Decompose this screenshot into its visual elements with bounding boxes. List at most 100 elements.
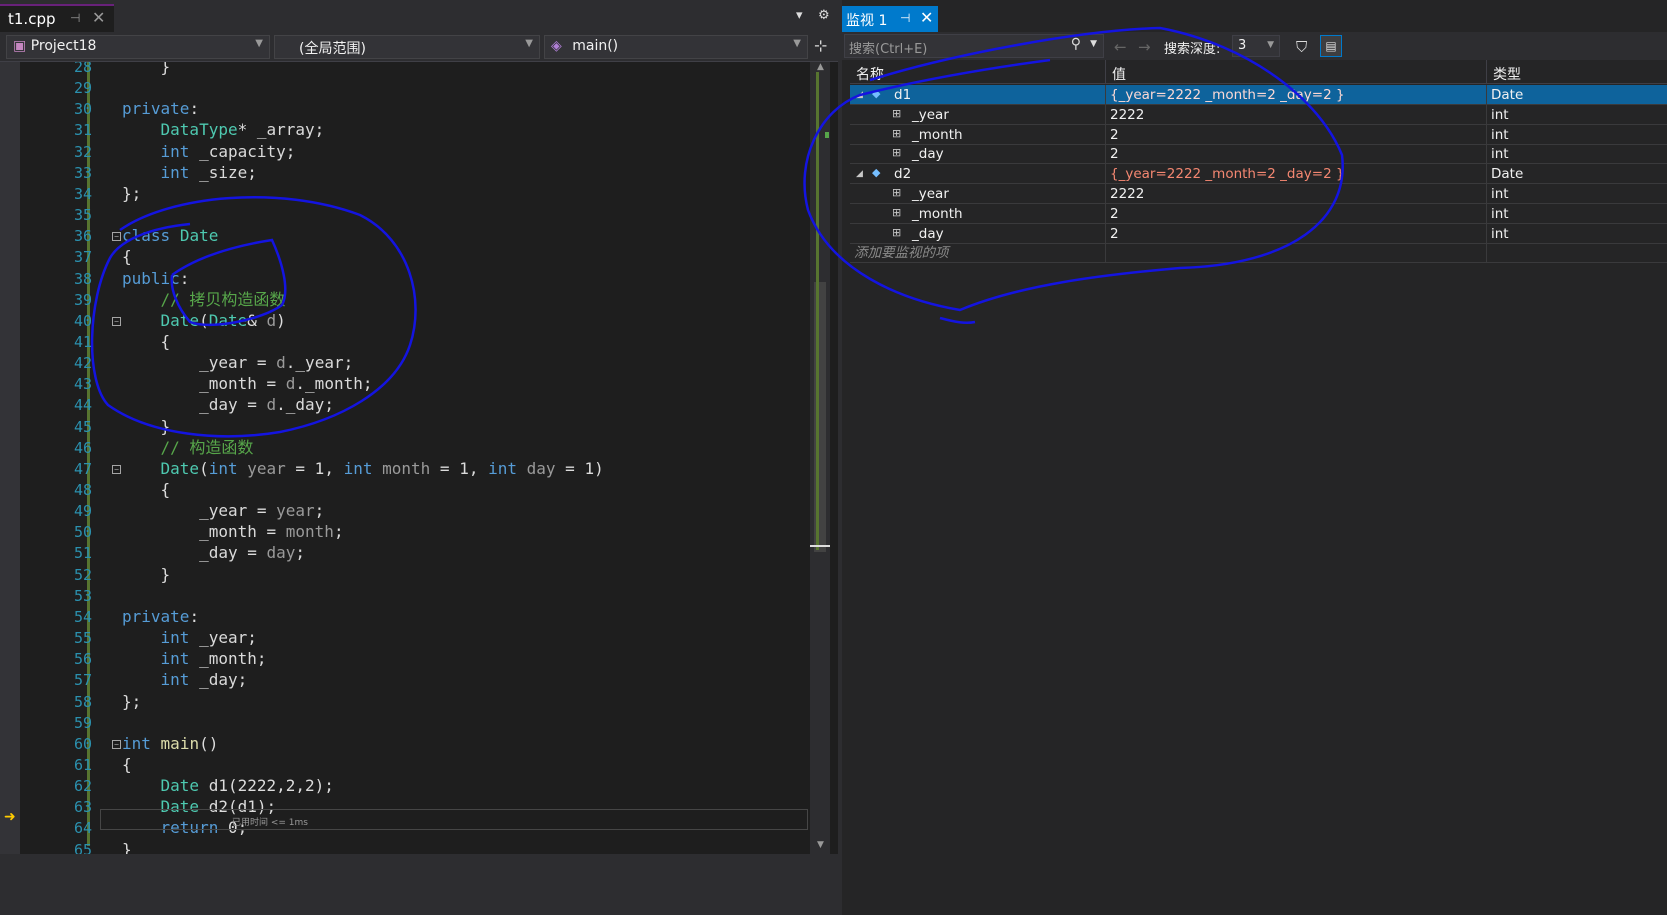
watch-window[interactable]: 监视 1 ⊣ ✕ 搜索(Ctrl+E) ⚲ ▼ ← → 搜索深度: 3 ▼ ⛉ … — [842, 0, 1667, 915]
line-number: 29 — [73, 79, 92, 98]
line-number: 63 — [73, 798, 92, 817]
code-line[interactable]: // 构造函数 — [122, 437, 254, 459]
watch-value-cell[interactable]: 2 — [1106, 124, 1487, 145]
pin-icon[interactable]: ⊣ — [70, 11, 80, 25]
tab-t1-cpp[interactable]: t1.cpp ⊣ ✕ — [0, 4, 114, 32]
fold-toggle-icon[interactable]: − — [112, 316, 121, 326]
watch-value-cell[interactable]: 2 — [1106, 144, 1487, 165]
watch-value-cell[interactable] — [1106, 243, 1487, 264]
code-line[interactable]: int _capacity; — [122, 141, 296, 163]
watch-search-input[interactable]: 搜索(Ctrl+E) ⚲ ▼ — [844, 34, 1104, 58]
watch-value-cell[interactable]: 2222 — [1106, 104, 1487, 125]
watch-value-cell[interactable]: {_year=2222 _month=2 _day=2 } — [1106, 164, 1487, 185]
fold-toggle-icon[interactable]: − — [112, 739, 121, 749]
close-icon[interactable]: ✕ — [92, 8, 105, 27]
pin-icon[interactable]: ⊣ — [900, 11, 910, 25]
project-combo[interactable]: ▣ Project18 ▼ — [6, 35, 270, 59]
column-header-name[interactable]: 名称 — [850, 60, 1106, 84]
expand-triangle-icon[interactable]: ◢ — [856, 164, 863, 184]
line-number: 62 — [73, 777, 92, 796]
fold-toggle-icon[interactable]: − — [112, 464, 121, 474]
expand-triangle-icon[interactable]: ◢ — [856, 85, 863, 105]
watch-name: _month — [912, 126, 963, 143]
code-line[interactable]: _month = d._month; — [122, 373, 372, 395]
code-line[interactable]: int _year; — [122, 627, 257, 649]
watch-value-cell[interactable]: {_year=2222 _month=2 _day=2 } — [1106, 85, 1487, 105]
code-line[interactable]: _year = d._year; — [122, 352, 353, 374]
member-combo[interactable]: ◈ main() ▼ — [544, 35, 808, 59]
code-line[interactable]: int main() — [122, 733, 218, 755]
watch-row[interactable]: ⊞ _day 2 int — [850, 223, 1667, 244]
watch-value-cell[interactable]: 2 — [1106, 223, 1487, 244]
scroll-up-icon[interactable]: ▲ — [817, 62, 824, 72]
watch-row[interactable]: ⊞ _month 2 int — [850, 124, 1667, 145]
code-line[interactable]: _month = month; — [122, 521, 344, 543]
code-line[interactable]: { — [122, 754, 132, 776]
watch-row[interactable]: ⊞ _day 2 int — [850, 144, 1667, 165]
watch-row[interactable]: ⊞ _month 2 int — [850, 203, 1667, 224]
code-line[interactable]: DataType* _array; — [122, 119, 325, 141]
search-depth-select[interactable]: 3 ▼ — [1232, 35, 1280, 57]
line-number: 61 — [73, 755, 92, 774]
watch-row[interactable]: ⊞ _year 2222 int — [850, 104, 1667, 125]
hex-display-icon[interactable]: ▤ — [1320, 35, 1342, 57]
vertical-scrollbar[interactable]: ▲ ▼ — [810, 62, 830, 854]
code-line[interactable]: Date d1(2222,2,2); — [122, 775, 334, 797]
line-number: 28 — [73, 62, 92, 76]
code-line[interactable]: int _day; — [122, 669, 248, 691]
code-line[interactable]: int _month; — [122, 648, 267, 670]
code-area[interactable]: 28 } 29 30 private: 31 DataType* _array; 32 i… — [20, 62, 852, 915]
code-line[interactable]: class Date — [122, 225, 218, 247]
dropdown-icon[interactable]: ▾ — [796, 8, 803, 23]
gear-icon[interactable]: ⚙ — [818, 8, 830, 23]
watch-value-cell[interactable]: 2 — [1106, 203, 1487, 224]
code-line[interactable]: } — [122, 416, 171, 438]
watch-tab[interactable]: 监视 1 ⊣ ✕ — [842, 6, 938, 32]
watch-value: {_year=2222 _month=2 _day=2 } — [1110, 166, 1345, 183]
add-watch-row[interactable]: 添加要监视的项 — [850, 243, 1667, 264]
watch-value-cell[interactable]: 2222 — [1106, 184, 1487, 204]
line-number: 51 — [73, 544, 92, 563]
code-line[interactable]: // 拷贝构造函数 — [122, 289, 286, 311]
forward-arrow-icon[interactable]: → — [1138, 38, 1151, 56]
column-header-type[interactable]: 类型 — [1487, 60, 1667, 84]
fold-toggle-icon[interactable]: − — [112, 232, 121, 242]
scope-combo[interactable]: (全局范围) ▼ — [274, 35, 540, 59]
line-number: 49 — [73, 502, 92, 521]
code-line[interactable]: { — [122, 246, 132, 268]
code-line[interactable]: _day = day; — [122, 542, 305, 564]
code-line[interactable]: private: — [122, 606, 199, 628]
search-icon[interactable]: ⚲ — [1071, 36, 1081, 52]
code-line[interactable]: { — [122, 331, 171, 353]
code-line[interactable]: { — [122, 479, 171, 501]
code-line[interactable]: public: — [122, 268, 189, 290]
code-line[interactable]: } — [122, 62, 171, 78]
close-icon[interactable]: ✕ — [920, 8, 933, 27]
code-editor[interactable]: t1.cpp ⊣ ✕ ▾ ⚙ ▣ Project18 ▼ (全局范围) ▼ ◈ … — [0, 0, 838, 915]
line-number: 33 — [73, 163, 92, 182]
code-line[interactable]: private: — [122, 98, 199, 120]
watch-row[interactable]: ◢ ◆ d2 {_year=2222 _month=2 _day=2 } Date — [850, 164, 1667, 185]
caret-mark — [810, 545, 830, 547]
scroll-down-icon[interactable]: ▼ — [817, 840, 824, 850]
code-line[interactable]: } — [122, 564, 171, 586]
field-icon: ⊞ — [892, 225, 902, 239]
column-header-value[interactable]: 值 — [1106, 60, 1487, 84]
code-line[interactable]: Date(int year = 1, int month = 1, int da… — [122, 458, 604, 480]
watch-row[interactable]: ◢ ◆ d1 {_year=2222 _month=2 _day=2 } Date — [850, 85, 1667, 105]
code-line[interactable]: Date(Date& d) — [122, 310, 286, 332]
watch-row[interactable]: ⊞ _year 2222 int — [850, 184, 1667, 204]
code-line[interactable]: int _size; — [122, 162, 257, 184]
split-icon[interactable]: ⊹ — [814, 36, 827, 55]
code-line[interactable]: }; — [122, 183, 141, 205]
code-line[interactable]: _year = year; — [122, 500, 324, 522]
back-arrow-icon[interactable]: ← — [1114, 38, 1127, 56]
chevron-down-icon: ▼ — [255, 38, 263, 49]
editor-status-area — [0, 854, 838, 915]
chevron-down-icon: ▼ — [1267, 40, 1274, 50]
indicator-margin[interactable] — [0, 62, 20, 915]
filter-icon[interactable]: ⛉ — [1296, 38, 1307, 56]
code-line[interactable]: }; — [122, 691, 141, 713]
code-line[interactable]: _day = d._day; — [122, 394, 334, 416]
chevron-down-icon[interactable]: ▼ — [1090, 39, 1097, 49]
